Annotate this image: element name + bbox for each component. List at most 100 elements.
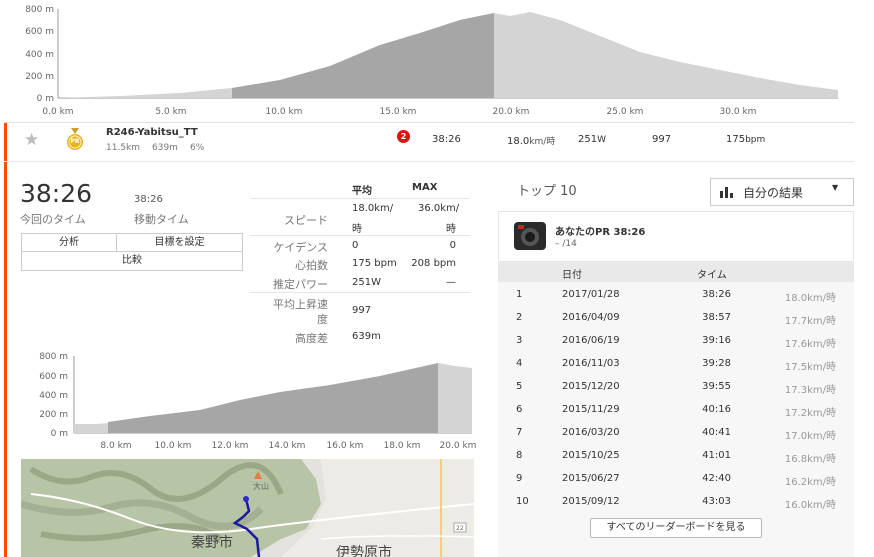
hr-avg: 175 bpm <box>352 258 397 269</box>
row-speed: 16.8km/時 <box>770 450 836 465</box>
x-tick: 20.0 km <box>440 441 477 451</box>
row-time: 40:16 <box>702 404 731 415</box>
row-speed-unit: km/時 <box>807 408 836 419</box>
cadence-avg: 0 <box>352 240 359 251</box>
speed-avg-unit: 時 <box>352 224 362 235</box>
segment-distance: 11.5km <box>106 143 141 153</box>
x-tick: 12.0 km <box>212 441 249 451</box>
segment-grade: 6% <box>190 143 205 153</box>
map-label-city1: 秦野市 <box>191 534 233 551</box>
effort-count-badge: 2 <box>397 130 410 143</box>
x-tick: 10.0 km <box>155 441 192 451</box>
row-speed-unit: km/時 <box>807 385 836 396</box>
pr-title: あなたのPR 38:26 <box>555 227 646 238</box>
map-label-city2: 伊勢原市 <box>336 544 392 557</box>
row-date: 2015/06/27 <box>562 473 620 484</box>
x-tick: 15.0 km <box>380 107 417 117</box>
y-tick: 400 m <box>39 391 68 401</box>
pr-rank: – /14 <box>555 239 577 249</box>
row-rank: 5 <box>516 381 523 392</box>
row-rank: 6 <box>516 404 523 415</box>
row-speed-value: 17.2 <box>784 408 808 419</box>
row-time: 42:40 <box>702 473 731 484</box>
route-map[interactable]: 秦野市 伊勢原市 大山 22 <box>21 459 474 557</box>
x-tick: 16.0 km <box>327 441 364 451</box>
medal-label: PR <box>70 138 80 145</box>
segment-power: 251W <box>578 134 606 145</box>
row-speed-value: 18.0 <box>784 293 808 304</box>
x-tick: 25.0 km <box>607 107 644 117</box>
pr-card <box>498 211 854 262</box>
segment-speed: 18.0km/時 <box>507 136 556 147</box>
speed-max-unit: 時 <box>446 224 456 235</box>
row-rank: 4 <box>516 358 523 369</box>
row-time: 41:01 <box>702 450 731 461</box>
star-icon[interactable]: ★ <box>24 130 39 150</box>
power-label: 推定パワー <box>273 278 328 291</box>
row-speed: 17.2km/時 <box>770 404 836 419</box>
climb-rate-value: 997 <box>352 305 372 316</box>
row-date: 2015/09/12 <box>562 496 620 507</box>
climb-rate-label: 平均上昇速 <box>273 298 328 311</box>
y-tick: 0 m <box>51 429 68 439</box>
row-speed: 17.0km/時 <box>770 427 836 442</box>
row-rank: 9 <box>516 473 523 484</box>
y-tick: 600 m <box>39 372 68 382</box>
y-tick: 200 m <box>25 72 54 82</box>
row-speed-value: 16.2 <box>784 477 808 488</box>
row-speed: 17.3km/時 <box>770 381 836 396</box>
row-speed-value: 17.5 <box>784 362 808 373</box>
x-tick: 30.0 km <box>720 107 757 117</box>
segment-name[interactable]: R246-Yabitsu_TT <box>106 127 198 138</box>
row-time: 39:55 <box>702 381 731 392</box>
row-rank: 3 <box>516 335 523 346</box>
row-speed-unit: km/時 <box>807 454 836 465</box>
segment-hr: 175bpm <box>726 134 766 145</box>
row-rank: 8 <box>516 450 523 461</box>
row-time: 39:28 <box>702 358 731 369</box>
set-goal-button[interactable]: 目標を設定 <box>117 234 242 251</box>
moving-time-label: 移動タイム <box>134 213 189 226</box>
speed-label: スピード <box>284 214 328 227</box>
effort-time: 38:26 <box>20 179 93 208</box>
view-all-leaderboard-button[interactable]: すべてのリーダーボードを見る <box>590 518 762 538</box>
hr-max: 208 bpm <box>411 258 456 269</box>
stats-col-max: MAX <box>412 182 438 193</box>
row-time: 40:41 <box>702 427 731 438</box>
compare-button[interactable]: 比較 <box>22 252 242 270</box>
x-tick: 5.0 km <box>155 107 186 117</box>
row-date: 2016/03/20 <box>562 427 620 438</box>
analysis-button[interactable]: 分析 <box>22 234 116 251</box>
row-speed: 18.0km/時 <box>770 289 836 304</box>
row-rank: 1 <box>516 289 523 300</box>
divider <box>250 292 470 293</box>
row-speed-unit: km/時 <box>807 293 836 304</box>
row-date: 2015/11/29 <box>562 404 620 415</box>
row-time: 38:57 <box>702 312 731 323</box>
row-speed-value: 17.7 <box>784 316 808 327</box>
elev-diff-value: 639m <box>352 331 381 342</box>
row-speed: 16.2km/時 <box>770 473 836 488</box>
col-date: 日付 <box>562 270 582 281</box>
cadence-label: ケイデンス <box>273 241 328 254</box>
row-speed-unit: km/時 <box>807 500 836 511</box>
y-tick: 0 m <box>37 94 54 104</box>
row-speed-value: 17.0 <box>784 431 808 442</box>
y-tick: 200 m <box>39 410 68 420</box>
row-time: 43:03 <box>702 496 731 507</box>
row-speed-unit: km/時 <box>807 316 836 327</box>
stats-col-avg: 平均 <box>352 186 372 197</box>
row-date: 2016/11/03 <box>562 358 620 369</box>
x-tick: 10.0 km <box>266 107 303 117</box>
segment-time: 38:26 <box>432 134 461 145</box>
climb-rate-label-2: 度 <box>317 313 328 326</box>
moving-time: 38:26 <box>134 194 163 205</box>
row-speed-value: 17.3 <box>784 385 808 396</box>
row-speed-unit: km/時 <box>807 477 836 488</box>
row-speed: 17.6km/時 <box>770 335 836 350</box>
leaderboard-header <box>498 262 854 282</box>
segment-elev-gain: 639m <box>152 143 178 153</box>
leaderboard-title: トップ 10 <box>517 184 577 199</box>
row-rank: 2 <box>516 312 523 323</box>
row-date: 2016/06/19 <box>562 335 620 346</box>
